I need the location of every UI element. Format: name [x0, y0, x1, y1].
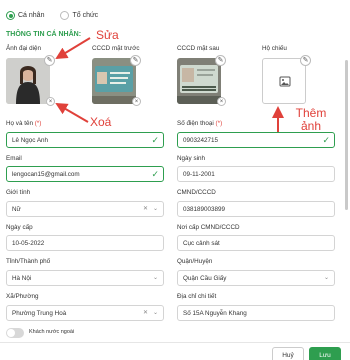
clear-icon[interactable]: ✕	[143, 205, 148, 212]
address-label: Địa chỉ chi tiết	[177, 293, 217, 300]
province-value: Hà Nội	[12, 274, 32, 282]
chevron-down-icon[interactable]: ⌄	[153, 274, 158, 281]
fullname-input[interactable]: Lê Ngọc Anh ✓	[6, 132, 164, 148]
gender-label: Giới tính	[6, 189, 31, 196]
phone-value: 0903242715	[183, 136, 219, 144]
ward-select[interactable]: Phường Trung Hoà ✕ ⌄	[6, 305, 164, 321]
cancel-button[interactable]: Huỷ	[272, 347, 304, 360]
chevron-down-icon[interactable]: ⌄	[153, 205, 158, 212]
ward-select-controls: ✕ ⌄	[143, 309, 158, 316]
issue-place-value: Cục cảnh sát	[183, 239, 220, 247]
issue-place-label: Nơi cấp CMND/CCCD	[177, 224, 240, 231]
email-valid-icon: ✓	[151, 169, 159, 179]
province-label: Tỉnh/Thành phố	[6, 258, 51, 265]
id-number-label: CMND/CCCD	[177, 189, 216, 196]
phone-label-text: Số điện thoại	[177, 120, 214, 127]
issue-date-label: Ngày cấp	[6, 224, 33, 231]
issue-date-value: 10-05-2022	[12, 239, 45, 247]
district-value: Quận Cầu Giấy	[183, 274, 227, 282]
footer-divider	[0, 342, 350, 343]
fullname-required-mark: (*)	[34, 120, 42, 127]
phone-input[interactable]: 0903242715 ✓	[177, 132, 335, 148]
save-button[interactable]: Lưu	[309, 347, 341, 360]
issue-date-input[interactable]: 10-05-2022	[6, 235, 164, 251]
gender-select[interactable]: Nữ ✕ ⌄	[6, 201, 164, 217]
id-number-input[interactable]: 038189003899	[177, 201, 335, 217]
gender-select-controls: ✕ ⌄	[143, 205, 158, 212]
customer-form: Cá nhân Tổ chức THÔNG TIN CÁ NHÂN: Ảnh đ…	[0, 0, 350, 360]
province-select[interactable]: Hà Nội ⌄	[6, 270, 164, 286]
district-select-controls: ⌄	[324, 274, 329, 281]
fullname-valid-icon: ✓	[151, 135, 159, 145]
chevron-down-icon[interactable]: ⌄	[324, 274, 329, 281]
issue-place-input[interactable]: Cục cảnh sát	[177, 235, 335, 251]
ward-label: Xã/Phường	[6, 293, 39, 300]
chevron-down-icon[interactable]: ⌄	[153, 309, 158, 316]
birthday-value: 09-11-2001	[183, 170, 215, 178]
birthday-label: Ngày sinh	[177, 155, 206, 162]
district-label: Quận/Huyện	[177, 258, 213, 265]
email-value: lengocan15@gmail.com	[12, 170, 80, 178]
id-number-value: 038189003899	[183, 205, 226, 213]
scrollbar[interactable]	[345, 60, 348, 210]
phone-required-mark: (*)	[215, 120, 223, 127]
province-select-controls: ⌄	[153, 274, 158, 281]
fullname-label-text: Họ và tên	[6, 120, 33, 127]
email-input[interactable]: lengocan15@gmail.com ✓	[6, 166, 164, 182]
phone-valid-icon: ✓	[322, 135, 330, 145]
clear-icon[interactable]: ✕	[143, 309, 148, 316]
phone-label: Số điện thoại (*)	[177, 120, 222, 127]
foreigner-toggle[interactable]	[6, 328, 24, 338]
address-input[interactable]: Số 15A Nguyễn Khang	[177, 305, 335, 321]
fullname-value: Lê Ngọc Anh	[12, 136, 49, 144]
email-label: Email	[6, 155, 22, 162]
birthday-input[interactable]: 09-11-2001	[177, 166, 335, 182]
foreigner-label: Khách nước ngoài	[29, 329, 75, 335]
ward-value: Phường Trung Hoà	[12, 309, 67, 317]
fullname-label: Họ và tên (*)	[6, 120, 41, 127]
district-select[interactable]: Quận Cầu Giấy ⌄	[177, 270, 335, 286]
address-value: Số 15A Nguyễn Khang	[183, 309, 247, 317]
gender-value: Nữ	[12, 205, 21, 213]
